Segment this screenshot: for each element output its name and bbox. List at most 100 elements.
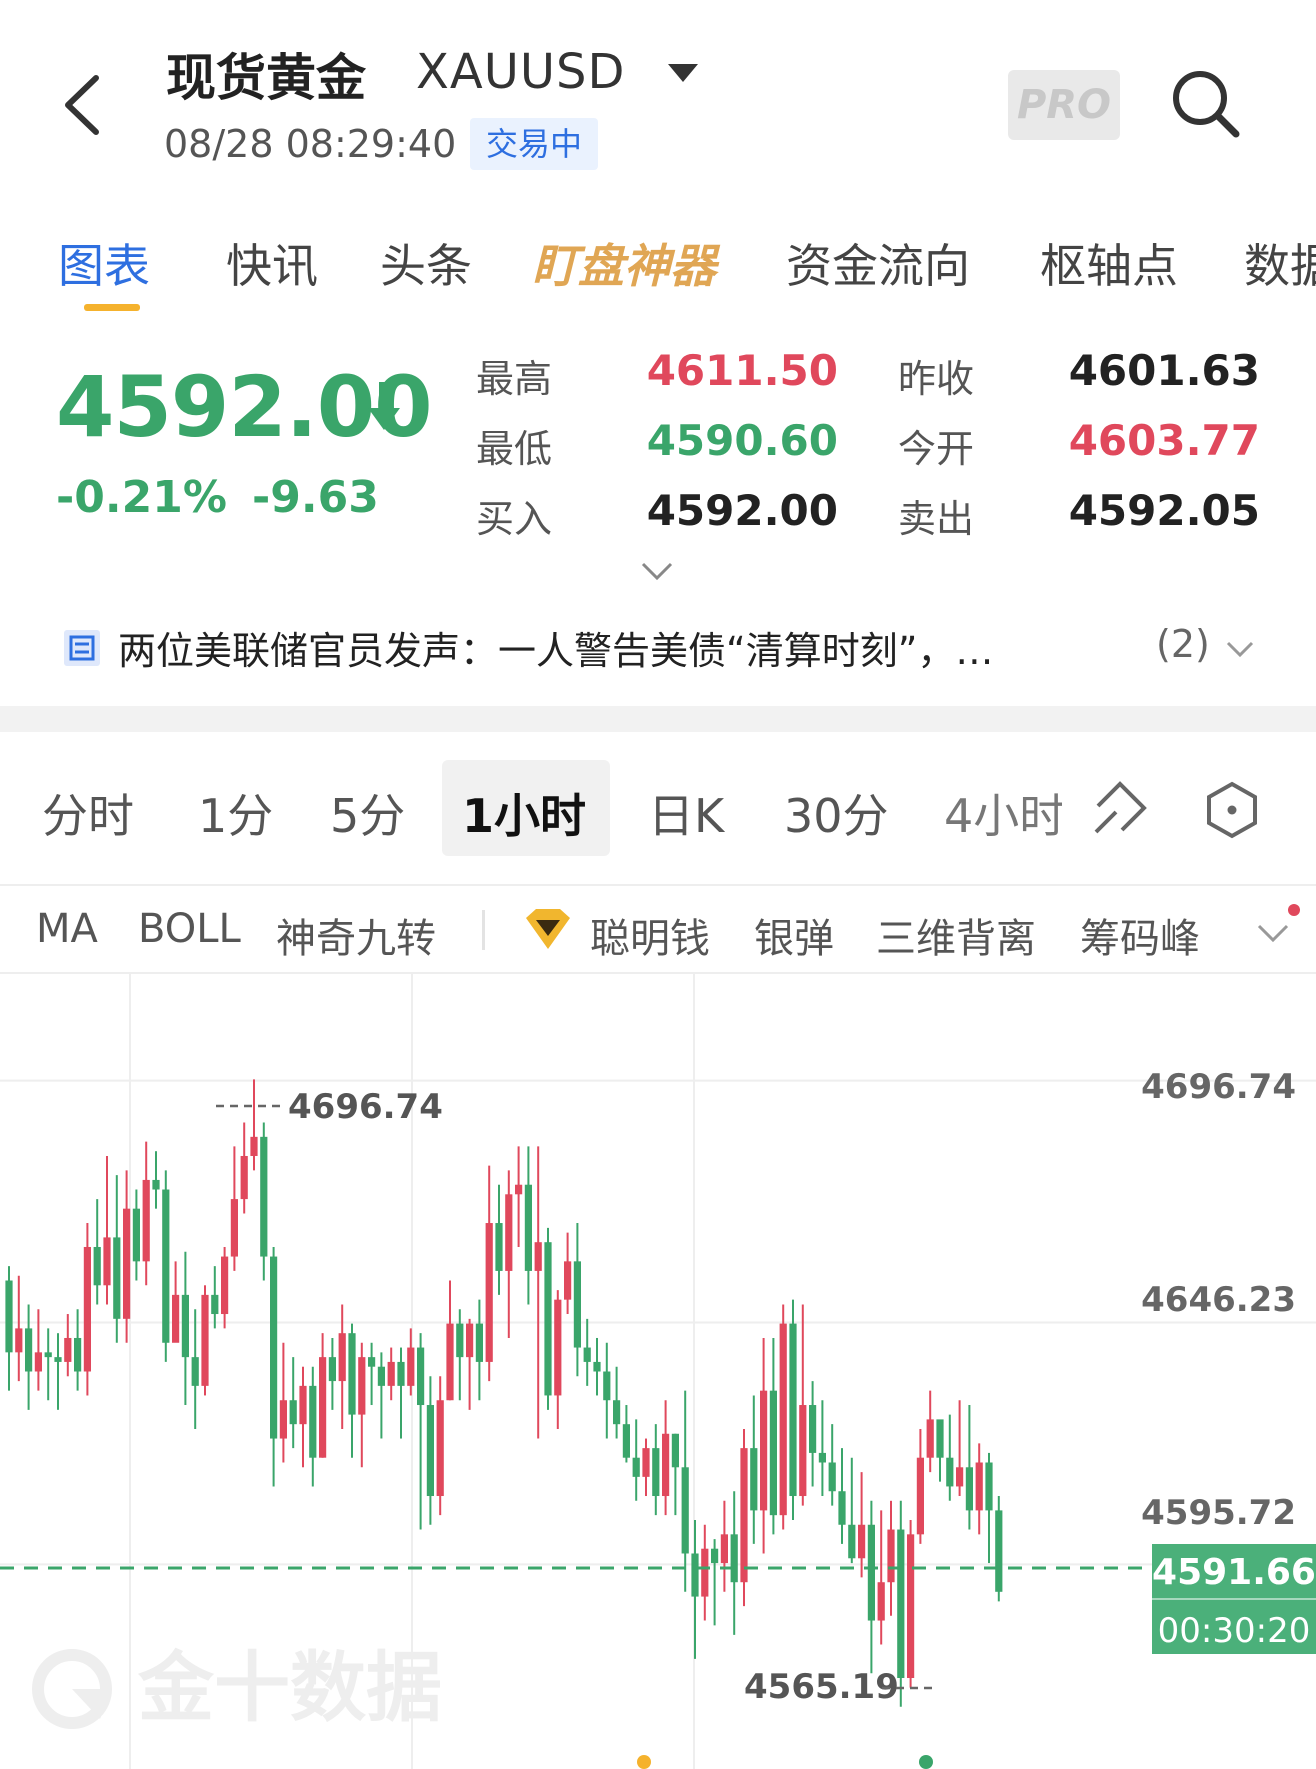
caret-down-icon[interactable]: [668, 64, 698, 82]
candle-body: [622, 1424, 630, 1458]
candle-body: [25, 1328, 33, 1372]
interval-tab-daily[interactable]: 日K: [648, 780, 724, 846]
candlestick: [926, 1390, 934, 1473]
chevron-down-icon[interactable]: [640, 560, 674, 582]
candle-body: [456, 1323, 464, 1358]
candle-body: [740, 1448, 748, 1583]
candle-body: [338, 1333, 346, 1382]
indicator-ma[interactable]: MA: [36, 906, 98, 952]
candle-body: [475, 1323, 483, 1362]
news-headline[interactable]: 两位美联储官员发声：一人警告美债“清算时刻”，…: [118, 620, 1108, 675]
event-marker[interactable]: [637, 1755, 651, 1769]
indicator-smart-money[interactable]: 聪明钱: [590, 906, 710, 964]
tab-chart[interactable]: 图表: [58, 230, 150, 296]
candlestick: [662, 1400, 670, 1516]
candlestick: [995, 1496, 1003, 1602]
quote-timestamp: 08/28 08:29:40: [164, 122, 457, 166]
instrument-symbol[interactable]: XAUUSD: [416, 44, 625, 100]
candlestick-chart[interactable]: 金十数据 4696.74 4646.23 4595.72 4696.74 456…: [0, 974, 1316, 1769]
candle-body: [397, 1361, 405, 1386]
drawing-pen-icon[interactable]: [1092, 778, 1150, 836]
candlestick: [74, 1309, 82, 1391]
candle-body: [446, 1323, 454, 1401]
candlestick: [250, 1079, 258, 1171]
candlestick: [789, 1299, 797, 1520]
indicator-boll[interactable]: BOLL: [138, 906, 241, 952]
chevron-down-icon[interactable]: [1256, 922, 1290, 944]
hexagon-settings-icon[interactable]: [1204, 780, 1260, 840]
candle-body: [564, 1261, 572, 1300]
low-label: 最低: [476, 427, 553, 471]
y-tick-label: 4696.74: [1141, 1067, 1296, 1107]
interval-tab-1min[interactable]: 1分: [198, 780, 273, 846]
candle-body: [240, 1155, 248, 1200]
interval-tab-timeshare[interactable]: 分时: [42, 780, 134, 846]
candlestick: [5, 1266, 13, 1391]
interval-tab-5min[interactable]: 5分: [330, 780, 405, 846]
candlestick: [867, 1500, 875, 1674]
tab-data[interactable]: 数据: [1244, 230, 1316, 296]
countdown-label: 00:30:20: [1158, 1611, 1311, 1651]
divider: [0, 884, 1316, 886]
tab-headlines[interactable]: 头条: [380, 230, 472, 296]
interval-tab-30min[interactable]: 30分: [784, 780, 889, 846]
tab-watch-tool[interactable]: 盯盘神器: [532, 230, 716, 296]
change-percent: -0.21%: [56, 472, 227, 523]
candlestick: [279, 1342, 287, 1463]
tab-flash-news[interactable]: 快讯: [226, 230, 318, 296]
candle-body: [652, 1448, 660, 1497]
candlestick: [877, 1510, 885, 1645]
candle-body: [838, 1491, 846, 1525]
candlestick: [113, 1175, 121, 1343]
watermark-text: 金十数据: [137, 1643, 442, 1732]
event-marker[interactable]: [919, 1755, 933, 1769]
candle-body: [15, 1328, 23, 1353]
tab-capital-flow[interactable]: 资金流向: [786, 230, 970, 296]
search-icon[interactable]: [1168, 66, 1244, 142]
indicator-silver-bullet[interactable]: 银弹: [754, 906, 834, 964]
candle-body: [201, 1294, 209, 1386]
candlestick: [760, 1337, 768, 1554]
candle-body: [956, 1467, 964, 1487]
candlestick: [652, 1424, 660, 1516]
candlestick: [230, 1146, 238, 1271]
candle-body: [93, 1246, 101, 1286]
diamond-icon: [526, 909, 570, 949]
candle-body: [436, 1400, 444, 1497]
candle-body: [485, 1223, 493, 1362]
candlestick: [260, 1122, 268, 1281]
candlestick: [358, 1342, 366, 1468]
candle-body: [377, 1366, 385, 1386]
candlestick: [191, 1309, 199, 1429]
candlestick: [965, 1405, 973, 1530]
news-count[interactable]: (2): [1156, 622, 1210, 666]
candlestick: [83, 1223, 91, 1396]
chevron-left-icon[interactable]: [56, 70, 116, 140]
candlestick: [858, 1472, 866, 1578]
candlestick: [603, 1342, 611, 1439]
candle-body: [779, 1323, 787, 1516]
indicator-3d-divergence[interactable]: 三维背离: [876, 906, 1036, 964]
indicator-td9[interactable]: 神奇九转: [276, 906, 436, 964]
candle-body: [142, 1179, 150, 1262]
candle-body: [270, 1256, 278, 1439]
candle-body: [995, 1510, 1003, 1592]
indicator-chip-peak[interactable]: 筹码峰: [1080, 906, 1200, 964]
candle-body: [103, 1237, 111, 1286]
candlestick: [152, 1151, 160, 1209]
interval-tab-1hour[interactable]: 1小时: [462, 780, 586, 846]
document-icon: [64, 630, 100, 666]
interval-tab-4hour[interactable]: 4小时: [944, 780, 1062, 846]
candle-body: [64, 1337, 72, 1362]
candle-body: [83, 1246, 91, 1372]
tab-pivot-points[interactable]: 枢轴点: [1040, 230, 1178, 296]
candle-body: [172, 1294, 180, 1343]
candlestick: [524, 1146, 532, 1305]
candle-body: [123, 1208, 131, 1319]
candle-body: [887, 1529, 895, 1583]
candle-body: [181, 1294, 189, 1358]
pro-button[interactable]: PRO: [1008, 70, 1120, 140]
chevron-down-icon[interactable]: [1226, 640, 1254, 658]
candlestick: [838, 1448, 846, 1544]
candle-body: [358, 1357, 366, 1415]
